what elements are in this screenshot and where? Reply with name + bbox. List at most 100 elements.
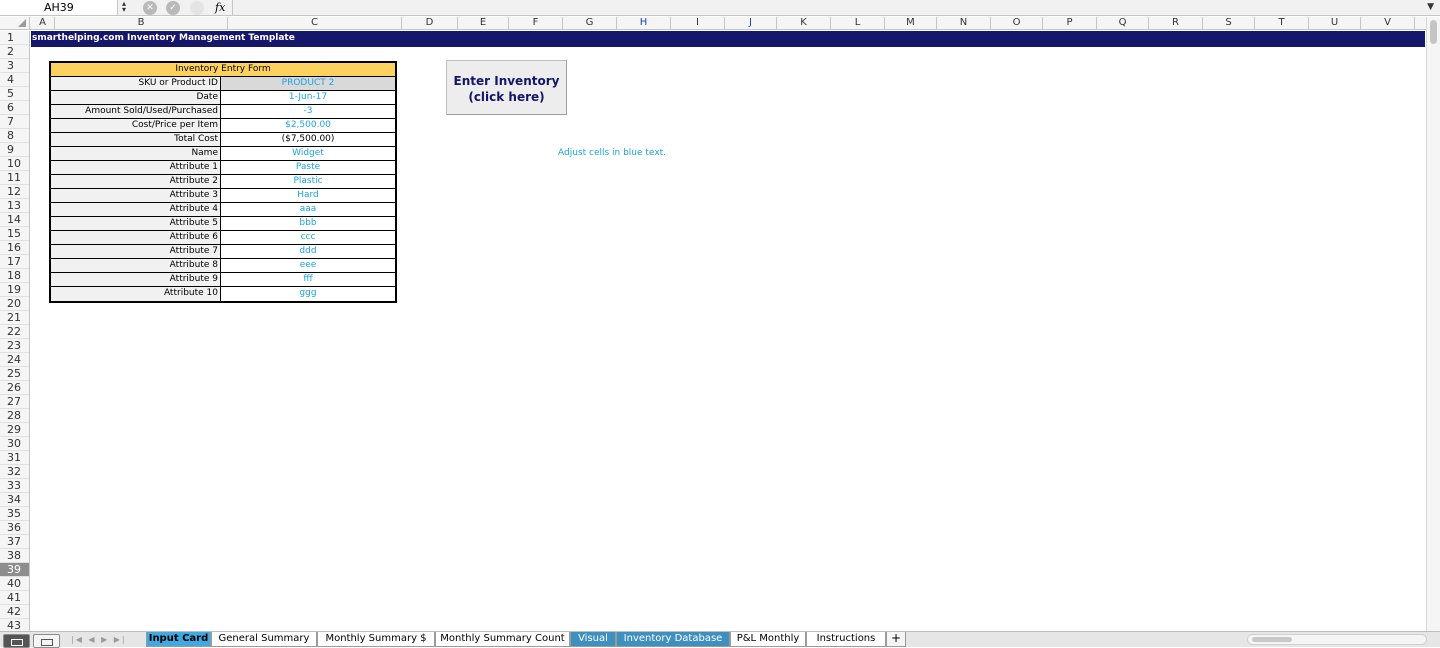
row-header-35[interactable]: 35 xyxy=(0,507,29,521)
row-header-26[interactable]: 26 xyxy=(0,381,29,395)
column-header-o[interactable]: O xyxy=(991,17,1043,29)
row-header-1[interactable]: 1 xyxy=(0,31,29,45)
row-header-7[interactable]: 7 xyxy=(0,115,29,129)
form-row-value[interactable]: ccc xyxy=(221,231,395,244)
form-row-value[interactable]: Plastic xyxy=(221,175,395,188)
row-header-27[interactable]: 27 xyxy=(0,395,29,409)
column-header-c[interactable]: C xyxy=(228,17,402,29)
row-header-16[interactable]: 16 xyxy=(0,241,29,255)
row-header-30[interactable]: 30 xyxy=(0,437,29,451)
column-header-s[interactable]: S xyxy=(1203,17,1255,29)
row-header-23[interactable]: 23 xyxy=(0,339,29,353)
form-row-value[interactable]: $2,500.00 xyxy=(221,119,395,132)
column-header-l[interactable]: L xyxy=(831,17,885,29)
column-header-p[interactable]: P xyxy=(1043,17,1097,29)
row-header-29[interactable]: 29 xyxy=(0,423,29,437)
sheet-tab[interactable]: Monthly Summary $ xyxy=(317,632,435,647)
column-header-v[interactable]: V xyxy=(1361,17,1415,29)
confirm-icon[interactable]: ✓ xyxy=(166,1,180,15)
row-header-21[interactable]: 21 xyxy=(0,311,29,325)
column-header-q[interactable]: Q xyxy=(1097,17,1149,29)
column-header-k[interactable]: K xyxy=(777,17,831,29)
normal-view-button[interactable] xyxy=(3,634,30,648)
chevron-down-icon[interactable]: ▼ xyxy=(1427,2,1434,12)
sheet-tab[interactable]: Instructions xyxy=(806,632,886,647)
row-header-11[interactable]: 11 xyxy=(0,171,29,185)
row-header-3[interactable]: 3 xyxy=(0,59,29,73)
row-header-42[interactable]: 42 xyxy=(0,605,29,619)
form-row-value[interactable]: ($7,500.00) xyxy=(221,133,395,146)
column-header-m[interactable]: M xyxy=(885,17,937,29)
enter-inventory-button[interactable]: Enter Inventory (click here) xyxy=(446,60,567,115)
row-header-32[interactable]: 32 xyxy=(0,465,29,479)
row-header-18[interactable]: 18 xyxy=(0,269,29,283)
form-row-value[interactable]: Paste xyxy=(221,161,395,174)
row-header-17[interactable]: 17 xyxy=(0,255,29,269)
row-header-15[interactable]: 15 xyxy=(0,227,29,241)
row-header-33[interactable]: 33 xyxy=(0,479,29,493)
sheet-grid[interactable]: smarthelping.com Inventory Management Te… xyxy=(31,31,1426,631)
add-sheet-button[interactable]: + xyxy=(886,632,906,647)
form-row-value[interactable]: bbb xyxy=(221,217,395,230)
function-paren-icon[interactable] xyxy=(190,1,204,15)
column-header-f[interactable]: F xyxy=(509,17,563,29)
name-box[interactable]: AH39 xyxy=(0,0,118,15)
row-header-2[interactable]: 2 xyxy=(0,45,29,59)
sheet-tab[interactable]: Visual xyxy=(570,632,616,647)
row-header-39[interactable]: 39 xyxy=(0,563,29,577)
vertical-scroll-thumb[interactable] xyxy=(1430,20,1437,44)
row-header-43[interactable]: 43 xyxy=(0,619,29,631)
row-header-31[interactable]: 31 xyxy=(0,451,29,465)
name-box-stepper-icon[interactable]: ▴ ▾ xyxy=(119,0,129,14)
horizontal-scrollbar[interactable] xyxy=(1247,634,1427,645)
column-header-g[interactable]: G xyxy=(563,17,617,29)
sheet-tab[interactable]: General Summary xyxy=(211,632,317,647)
row-header-22[interactable]: 22 xyxy=(0,325,29,339)
sheet-nav-arrows[interactable]: |◀ ◀ ▶ ▶| xyxy=(67,632,133,647)
sheet-tab[interactable]: Inventory Database xyxy=(616,632,730,647)
column-header-e[interactable]: E xyxy=(458,17,509,29)
row-header-19[interactable]: 19 xyxy=(0,283,29,297)
column-header-j[interactable]: J xyxy=(725,17,777,29)
row-header-25[interactable]: 25 xyxy=(0,367,29,381)
form-row-value[interactable]: eee xyxy=(221,259,395,272)
row-header-12[interactable]: 12 xyxy=(0,185,29,199)
column-header-n[interactable]: N xyxy=(937,17,991,29)
fx-label[interactable]: fx xyxy=(215,0,225,15)
row-header-6[interactable]: 6 xyxy=(0,101,29,115)
column-header-r[interactable]: R xyxy=(1149,17,1203,29)
column-header-i[interactable]: I xyxy=(671,17,725,29)
select-all-corner[interactable] xyxy=(0,17,30,29)
column-header-h[interactable]: H xyxy=(617,17,671,29)
row-header-4[interactable]: 4 xyxy=(0,73,29,87)
form-row-value[interactable]: Hard xyxy=(221,189,395,202)
sheet-tab[interactable]: P&L Monthly xyxy=(730,632,806,647)
vertical-scrollbar[interactable] xyxy=(1426,17,1440,631)
sheet-tab[interactable]: Input Card xyxy=(146,632,211,647)
form-row-value[interactable]: fff xyxy=(221,273,395,286)
row-header-40[interactable]: 40 xyxy=(0,577,29,591)
sheet-tab[interactable]: Monthly Summary Count xyxy=(435,632,570,647)
row-header-14[interactable]: 14 xyxy=(0,213,29,227)
column-header-u[interactable]: U xyxy=(1309,17,1361,29)
column-header-a[interactable]: A xyxy=(31,17,55,29)
form-row-value[interactable]: Widget xyxy=(221,147,395,160)
page-layout-view-button[interactable] xyxy=(33,634,60,648)
form-row-value[interactable]: ddd xyxy=(221,245,395,258)
cancel-icon[interactable]: ✕ xyxy=(143,1,157,15)
form-row-value[interactable]: aaa xyxy=(221,203,395,216)
column-header-t[interactable]: T xyxy=(1255,17,1309,29)
form-row-value[interactable]: ggg xyxy=(221,287,395,301)
row-header-20[interactable]: 20 xyxy=(0,297,29,311)
row-header-24[interactable]: 24 xyxy=(0,353,29,367)
row-header-9[interactable]: 9 xyxy=(0,143,29,157)
row-header-36[interactable]: 36 xyxy=(0,521,29,535)
horizontal-scroll-thumb[interactable] xyxy=(1252,637,1292,642)
column-header-d[interactable]: D xyxy=(402,17,458,29)
column-header-b[interactable]: B xyxy=(55,17,228,29)
form-row-value[interactable]: -3 xyxy=(221,105,395,118)
form-row-value[interactable]: 1-Jun-17 xyxy=(221,91,395,104)
row-header-34[interactable]: 34 xyxy=(0,493,29,507)
row-header-13[interactable]: 13 xyxy=(0,199,29,213)
row-header-5[interactable]: 5 xyxy=(0,87,29,101)
